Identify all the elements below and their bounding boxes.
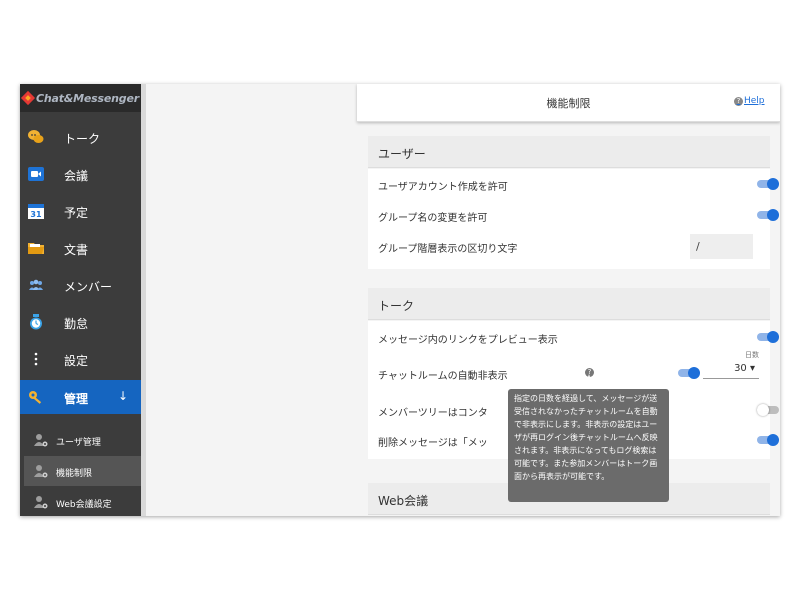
toggle-change-group-name[interactable] xyxy=(757,209,779,221)
sidebar-subitem-label: ユーザ管理 xyxy=(56,438,101,448)
mouse-cursor-icon xyxy=(586,374,592,383)
help-link[interactable]: ? Help xyxy=(734,96,765,106)
user-gear-icon xyxy=(34,465,48,478)
days-select[interactable]: 30 ▾ xyxy=(703,363,759,379)
chat-bubbles-icon xyxy=(28,130,44,143)
key-icon xyxy=(29,391,42,404)
people-icon xyxy=(29,279,43,290)
page-title: 機能制限 xyxy=(546,97,591,110)
sidebar-item-label: メンバー xyxy=(64,280,113,294)
sidebar-subitem-label: Web会議設定 xyxy=(56,500,112,510)
logo-diamond-icon xyxy=(22,92,34,104)
more-vertical-icon xyxy=(34,352,38,366)
row-label-link-preview: メッセージ内のリンクをプレビュー表示 xyxy=(378,335,558,346)
calendar-icon: 31 xyxy=(28,204,44,219)
toggle-auto-hide[interactable] xyxy=(678,367,700,379)
row-label-create-account: ユーザアカウント作成を許可 xyxy=(378,182,508,193)
group-separator-input[interactable]: / xyxy=(690,234,753,259)
sidebar-subitem-label: 機能制限 xyxy=(56,469,93,479)
toggle-member-tree[interactable] xyxy=(757,404,779,416)
sidebar: Chat&Messenger トーク 会議 31 予定 文書 メンバー 勤怠 設… xyxy=(20,84,141,516)
sidebar-subitem-web-meeting-settings[interactable]: Web会議設定 xyxy=(20,487,141,516)
user-gear-icon xyxy=(34,496,48,509)
auto-hide-tooltip: 指定の日数を経過して、メッセージが送受信されなかったチャットルームを自動で非表示… xyxy=(508,389,669,502)
toggle-link-preview[interactable] xyxy=(757,331,779,343)
sidebar-item-documents[interactable]: 文書 xyxy=(20,230,141,266)
sidebar-item-admin[interactable]: 管理 ↓ xyxy=(20,380,141,414)
clock-icon xyxy=(30,314,42,330)
sidebar-item-label: 設定 xyxy=(64,354,89,368)
sidebar-item-members[interactable]: メンバー xyxy=(20,267,141,303)
help-label[interactable]: Help xyxy=(744,96,765,106)
sidebar-scrollbar[interactable] xyxy=(141,84,146,516)
sidebar-subitem-feature-restrictions[interactable]: 機能制限 xyxy=(24,456,141,486)
row-label-change-group-name: グループ名の変更を許可 xyxy=(378,213,488,224)
sidebar-item-talk[interactable]: トーク xyxy=(20,119,141,155)
sidebar-item-attendance[interactable]: 勤怠 xyxy=(20,304,141,340)
toggle-deleted-message[interactable] xyxy=(757,434,779,446)
logo-text: Chat&Messenger xyxy=(36,91,139,105)
folder-icon xyxy=(28,243,44,254)
row-label-member-tree: メンバーツリーはコンタ xyxy=(378,408,488,419)
calendar-icon-text: 31 xyxy=(30,210,42,219)
section-header-talk: トーク xyxy=(368,288,770,320)
days-label: 日数 xyxy=(745,351,759,359)
sidebar-item-label: トーク xyxy=(64,132,101,146)
sidebar-item-label: 管理 xyxy=(64,392,89,406)
sidebar-item-schedule[interactable]: 31 予定 xyxy=(20,193,141,229)
logo: Chat&Messenger xyxy=(20,84,141,112)
row-label-group-separator: グループ階層表示の区切り文字 xyxy=(378,244,518,255)
sidebar-subitem-user-management[interactable]: ユーザ管理 xyxy=(20,425,141,455)
sidebar-item-meeting[interactable]: 会議 xyxy=(20,156,141,192)
section-header-user: ユーザー xyxy=(368,136,770,168)
sidebar-item-label: 勤怠 xyxy=(64,317,89,331)
toggle-create-account[interactable] xyxy=(757,178,779,190)
row-label-auto-hide: チャットルームの自動非表示 xyxy=(378,371,508,382)
user-gear-icon xyxy=(34,434,48,447)
help-icon: ? xyxy=(734,96,743,106)
sidebar-item-label: 予定 xyxy=(64,206,89,220)
sidebar-item-label: 会議 xyxy=(64,169,89,183)
panel-header: 機能制限 ? Help xyxy=(357,84,780,122)
chevron-down-icon[interactable]: ↓ xyxy=(118,389,128,403)
sidebar-item-settings[interactable]: 設定 xyxy=(20,341,141,377)
row-label-deleted-message: 削除メッセージは「メッ xyxy=(378,438,488,449)
sidebar-item-label: 文書 xyxy=(64,243,89,257)
video-camera-icon xyxy=(28,167,44,181)
settings-panel: 機能制限 ? Help ユーザー ユーザアカウント作成を許可 グループ名の変更を… xyxy=(357,84,780,516)
app-window: Chat&Messenger トーク 会議 31 予定 文書 メンバー 勤怠 設… xyxy=(20,84,780,516)
